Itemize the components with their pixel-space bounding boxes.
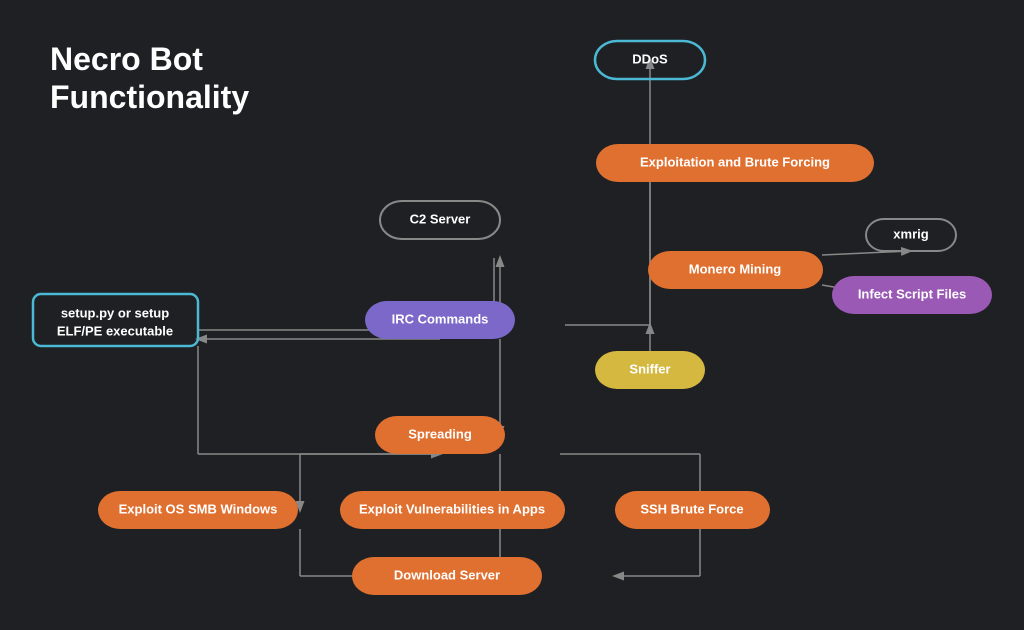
diagram: DDoS Exploitation and Brute Forcing Mone… bbox=[0, 0, 1024, 630]
svg-text:xmrig: xmrig bbox=[893, 226, 928, 241]
svg-text:C2 Server: C2 Server bbox=[410, 211, 471, 226]
svg-text:ELF/PE executable: ELF/PE executable bbox=[57, 323, 173, 338]
svg-text:setup.py or setup: setup.py or setup bbox=[61, 305, 169, 320]
